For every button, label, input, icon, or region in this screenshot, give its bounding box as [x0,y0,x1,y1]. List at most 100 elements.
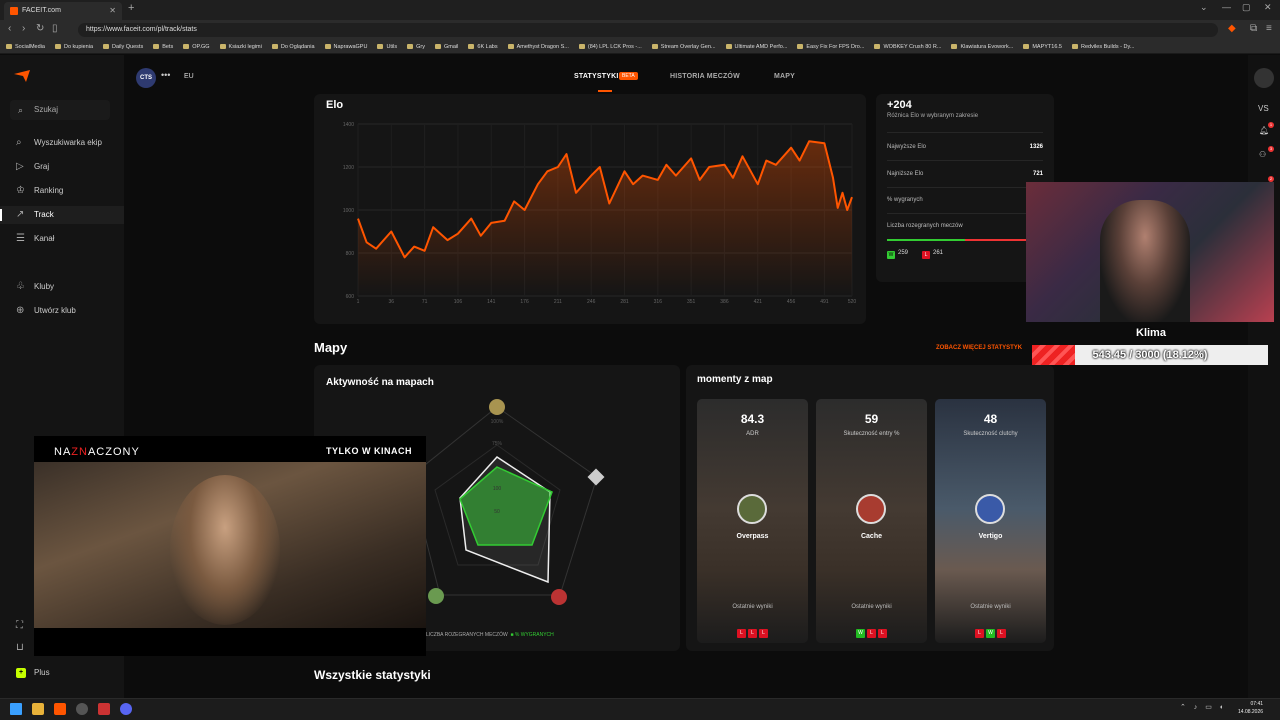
elo-chart[interactable]: 600 800 1000 1200 1400 1 36 71 106 141 176 211 246 2… [326,118,856,308]
bookmark-item[interactable]: Klawiatura Evowork... [951,40,1013,53]
x-tick-label: 491 [820,299,829,305]
reload-icon[interactable]: ↻ [36,23,44,34]
taskbar-clock[interactable]: 07:41 14.08.2026 [1238,700,1263,716]
map-card-vertigo[interactable]: 48 Skuteczność clutchy Vertigo Ostatnie … [935,399,1046,643]
friends-icon[interactable]: ⚇ [1259,150,1266,159]
search-icon: ⌕ [18,105,24,115]
brave-shield-icon[interactable]: ◆ [1228,23,1236,34]
vertigo-icon [975,494,1005,524]
bookmark-item[interactable]: Ultimate AMD Perfo... [726,40,788,53]
team-logo[interactable]: CTS [136,68,156,88]
menu-icon[interactable]: ≡ [1266,23,1272,34]
trailer-title-accent: ZN [71,446,88,458]
map-radar-chart[interactable]: 100% 75% 100 50 [420,395,620,615]
close-window-icon[interactable]: ✕ [1264,2,1272,13]
tab-search-icon[interactable]: ⌄ [1200,2,1208,13]
bookmark-item[interactable]: Bets [153,40,173,53]
user-initials[interactable]: VS [1258,104,1269,113]
file-explorer-icon[interactable] [32,703,44,715]
bookmark-item[interactable]: Utils [377,40,397,53]
bookmark-item[interactable]: WOBKEY Crush 80 R... [874,40,941,53]
win-loss-bar [887,239,1043,241]
brave-browser-icon[interactable] [54,703,66,715]
tab-match-history[interactable]: HISTORIA MECZÓW [670,73,740,80]
tab-stats[interactable]: STATYSTYKI [574,73,619,80]
bookmark-item[interactable]: Redviles Builds - Dy... [1072,40,1134,53]
result-badge: L [867,629,876,638]
bookmark-item[interactable]: OP.GG [183,40,209,53]
bookmark-item[interactable]: Gmail [435,40,458,53]
bookmark-item[interactable]: SocialMedia [6,40,45,53]
app-icon[interactable] [98,703,110,715]
back-icon[interactable]: ‹ [8,23,11,34]
result-badge: L [878,629,887,638]
radar-map-nuke-icon[interactable] [587,468,605,486]
map-card-overpass[interactable]: 84.3 ADR Overpass Ostatnie wyniki LLL [697,399,808,643]
divider [887,213,1043,214]
search-input[interactable]: ⌕ Szukaj [10,100,110,120]
moment-label: Skuteczność entry % [843,431,900,437]
see-more-stats-link[interactable]: ZOBACZ WIĘCEJ STATYSTYK [936,345,1022,351]
bookmark-item[interactable]: NaprawaGPU [325,40,368,53]
more-options-icon[interactable]: ••• [161,70,170,80]
bookmark-icon[interactable]: ▯ [52,23,58,34]
result-badge: W [856,629,865,638]
faceit-logo-icon[interactable] [14,70,30,82]
map-moments-title: momenty z map [697,374,773,385]
maximize-icon[interactable]: ▢ [1242,2,1251,13]
map-name: Vertigo [978,533,1003,540]
sidebar-item-party-finder[interactable]: ⌕ Wyszukiwarka ekip [0,134,124,152]
browser-tab[interactable]: FACEIT.com ✕ [4,2,122,20]
system-tray[interactable]: ⌃ ♪ ▭ ◐ [1180,703,1227,711]
legend-matches: LICZBA ROZEGRANYCH MECZÓW [426,632,508,638]
bookmark-item[interactable]: Ksiazki legimi [220,40,262,53]
bookmark-item[interactable]: Do Oglądania [272,40,315,53]
radar-tick: 100 [493,486,502,492]
avatar[interactable] [1254,68,1274,88]
result-badge: W [986,629,995,638]
forward-icon[interactable]: › [22,23,25,34]
sidebar-item-clubs[interactable]: ♧ Kluby [0,278,124,296]
feed-icon: ☰ [16,233,25,244]
bookmark-item[interactable]: Daily Quests [103,40,143,53]
windows-start-icon[interactable] [10,703,22,715]
bookmark-item[interactable]: Do kupienia [55,40,93,53]
sidebar-item-feed[interactable]: ☰ Kanał [0,230,124,248]
add-icon: ⊕ [16,305,25,316]
radar-map-ancient-icon[interactable] [489,399,505,415]
fullscreen-icon[interactable]: ⛶ [16,620,23,631]
win-fill [887,239,965,241]
radar-map-inferno-icon[interactable] [551,589,567,605]
streamer-name: Klima [1136,327,1166,339]
sidebar-item-play[interactable]: ▷ Graj [0,158,124,176]
all-stats-heading: Wszystkie statystyki [314,668,431,682]
map-name: Overpass [736,533,769,540]
trailer-tagline: TYLKO W KINACH [326,446,412,456]
bookmark-item[interactable]: Stream Overlay Gen... [652,40,716,53]
bookmark-item[interactable]: Gry [407,40,425,53]
moment-value: 59 [864,412,879,426]
radar-tick: 75% [492,441,503,447]
tab-maps[interactable]: MAPY [774,73,795,80]
new-tab-icon[interactable]: + [128,2,134,14]
bookmark-item[interactable]: MAPYT16.5 [1023,40,1062,53]
close-tab-icon[interactable]: ✕ [109,2,116,20]
basket-icon[interactable]: ⊔ [16,642,24,653]
bookmark-item[interactable]: (84) LPL LCK Pros -... [579,40,642,53]
notifications-icon[interactable]: 🔔︎ [1259,126,1269,135]
bookmark-item[interactable]: 6K Labs [468,40,497,53]
sidebar-item-ranking[interactable]: ♔ Ranking [0,182,124,200]
chrome-icon[interactable] [76,703,88,715]
url-field[interactable]: https://www.faceit.com/pl/track/stats [78,23,1218,37]
minimize-icon[interactable]: — [1222,2,1231,12]
sidebar-item-create-club[interactable]: ⊕ Utwórz klub [0,302,124,320]
sidebar-item-track[interactable]: ↗ Track [0,206,124,224]
radar-map-overpass-icon[interactable] [428,588,444,604]
x-tick-label: 421 [754,299,763,305]
discord-icon[interactable] [120,703,132,715]
map-card-cache[interactable]: 59 Skuteczność entry % Cache Ostatnie wy… [816,399,927,643]
extensions-icon[interactable]: ⧉ [1250,23,1257,34]
sidebar-item-plus[interactable]: Plus [0,664,124,682]
bookmark-item[interactable]: Amethyst Dragon S... [508,40,569,53]
bookmark-item[interactable]: Easy Fix For FPS Dro... [797,40,864,53]
